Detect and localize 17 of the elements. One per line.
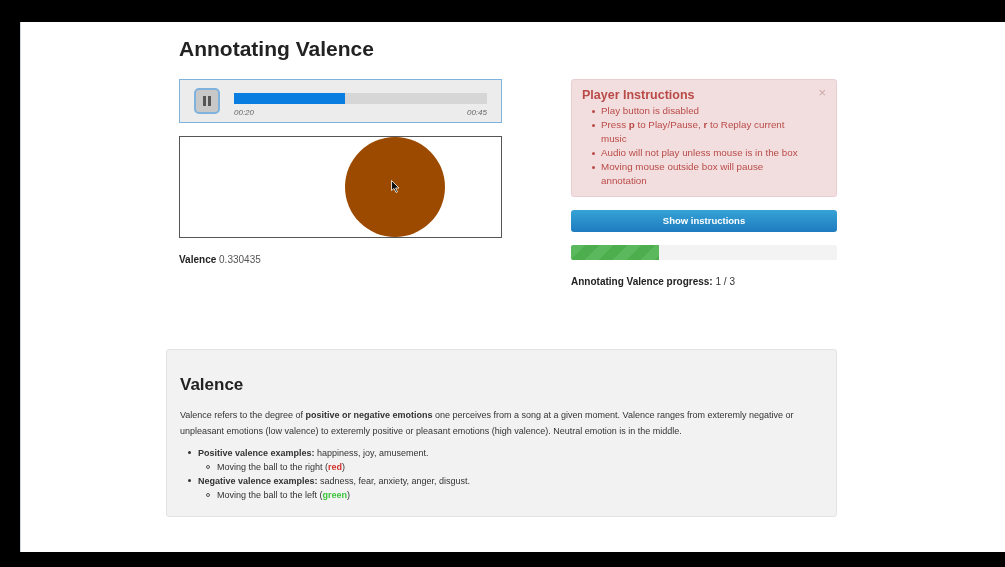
progress-text: Annotating Valence progress: 1 / 3 <box>571 275 735 290</box>
example-text: Negative valence examples: sadness, fear, anxiety, anger, disgust. <box>198 474 470 488</box>
example-hint: Moving the ball to the left (green) <box>217 488 351 502</box>
alert-title: Player Instructions <box>582 86 695 104</box>
instruction-text: Audio will not play unless mouse is in the box <box>601 146 798 161</box>
instruction-text: Moving mouse outside box will pause annotation <box>601 160 765 189</box>
elapsed-time: 00:20 <box>234 106 255 119</box>
instruction-text: Play button is disabled <box>601 104 700 119</box>
info-paragraph: Valence refers to the degree of positive or negative emotions one perceives from a song at a given moment. Valence ranges from exteremly negative or unpleasant emotions (low valence) to exteremly positive or pleasant emotions (high valence). Neutral emotion is in the middle. <box>180 408 795 438</box>
page-title: Annotating Valence <box>179 36 374 62</box>
show-instructions-button[interactable]: Show instructions <box>571 210 837 233</box>
total-duration: 00:45 <box>466 106 487 119</box>
example-text: Positive valence examples: happiness, joy, amusement. <box>198 446 429 460</box>
info-heading: Valence <box>180 374 244 397</box>
valence-value: Valence 0.330435 <box>179 252 261 267</box>
instruction-text: Press p to Play/Pause, r to Replay current music <box>601 118 786 147</box>
example-hint: Moving the ball to the right (red) <box>217 460 346 474</box>
